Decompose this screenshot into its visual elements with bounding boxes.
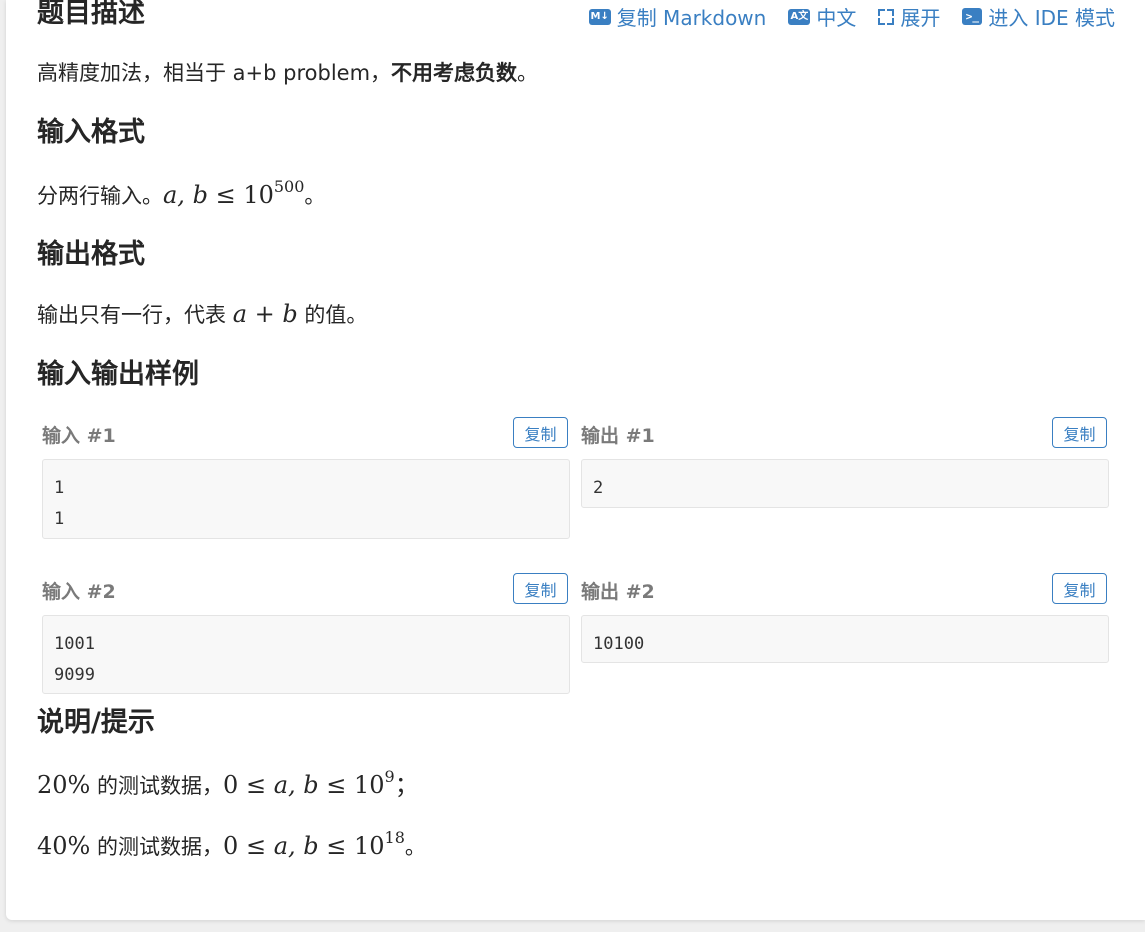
description-text-suffix: 。 xyxy=(517,61,539,85)
input-format-suffix: 。 xyxy=(304,184,326,208)
copy-input-1-button[interactable]: 复制 xyxy=(513,417,568,448)
hint-1-percent: 20% xyxy=(37,771,91,799)
hint-2-percent: 40% xyxy=(37,832,91,860)
input-format-math-ab: a, b xyxy=(163,181,208,209)
hint-2-mid: 的测试数据， xyxy=(90,835,224,859)
sample-input-2-code[interactable]: 1001 9099 xyxy=(42,615,570,694)
ide-mode-label: 进入 IDE 模式 xyxy=(988,6,1115,30)
input-format-title: 输入格式 xyxy=(37,117,145,148)
hint-1-ab: a, b xyxy=(273,771,319,799)
hint-1-mid: 的测试数据， xyxy=(90,774,224,798)
hint-2-end: 。 xyxy=(404,835,426,859)
hint-2-ab: a, b xyxy=(273,832,319,860)
output-format-title: 输出格式 xyxy=(37,239,145,270)
hint-2-base: 10 xyxy=(354,832,385,860)
output-format-math-b: b xyxy=(282,300,298,328)
sample-output-2-label: 输出 #2 xyxy=(581,581,655,603)
sample-input-2-label: 输入 #2 xyxy=(42,581,116,603)
input-format-text: 分两行输入。a, b ≤ 10500。 xyxy=(37,177,325,211)
language-button[interactable]: A文 中文 xyxy=(788,2,856,31)
output-format-suffix: 的值。 xyxy=(297,303,368,327)
sample-output-1-code[interactable]: 2 xyxy=(581,459,1109,508)
ide-mode-button[interactable]: >_ 进入 IDE 模式 xyxy=(962,2,1115,31)
input-format-math-le: ≤ xyxy=(207,181,244,209)
output-format-math-a: a xyxy=(232,300,247,328)
sample-input-1-label: 输入 #1 xyxy=(42,425,116,447)
input-format-prefix: 分两行输入。 xyxy=(37,184,163,208)
description-text: 高精度加法，相当于 a+b problem，不用考虑负数。 xyxy=(37,60,538,87)
hint-1-end: ； xyxy=(394,771,419,799)
markdown-icon: M↓ xyxy=(588,8,611,25)
hint-line-2: 40% 的测试数据，0 ≤ a, b ≤ 1018。 xyxy=(37,828,426,862)
input-format-math-exp: 500 xyxy=(273,177,305,196)
output-format-text: 输出只有一行，代表 a + b 的值。 xyxy=(37,299,367,330)
hint-2-zero: 0 xyxy=(223,832,239,860)
output-format-prefix: 输出只有一行，代表 xyxy=(37,303,233,327)
expand-icon xyxy=(878,8,895,25)
hint-1-le2: ≤ xyxy=(318,771,354,799)
input-format-math-base: 10 xyxy=(243,181,274,209)
hint-title: 说明/提示 xyxy=(37,707,155,738)
hint-line-1: 20% 的测试数据，0 ≤ a, b ≤ 109； xyxy=(37,767,419,801)
translate-icon: A文 xyxy=(788,8,811,25)
sample-output-1-label: 输出 #1 xyxy=(581,425,655,447)
copy-output-1-button[interactable]: 复制 xyxy=(1052,417,1107,448)
copy-input-2-button[interactable]: 复制 xyxy=(513,573,568,604)
hint-1-base: 10 xyxy=(354,771,385,799)
hint-2-le2: ≤ xyxy=(318,832,354,860)
problem-card: M↓ 复制 Markdown A文 中文 展开 >_ 进入 IDE 模式 题目描… xyxy=(6,0,1145,920)
hint-1-le1: ≤ xyxy=(238,771,274,799)
output-format-math-plus: + xyxy=(247,300,283,328)
sample-output-2-code[interactable]: 10100 xyxy=(581,615,1109,663)
problem-toolbar: M↓ 复制 Markdown A文 中文 展开 >_ 进入 IDE 模式 xyxy=(588,2,1115,31)
hint-2-exp: 18 xyxy=(384,828,405,847)
copy-markdown-label: 复制 Markdown xyxy=(616,6,767,30)
sample-input-1-code[interactable]: 1 1 xyxy=(42,459,570,539)
hint-1-zero: 0 xyxy=(223,771,239,799)
hint-1-exp: 9 xyxy=(384,767,395,786)
expand-button[interactable]: 展开 xyxy=(878,2,940,31)
terminal-icon: >_ xyxy=(962,8,983,25)
copy-output-2-button[interactable]: 复制 xyxy=(1052,573,1107,604)
hint-2-le1: ≤ xyxy=(238,832,274,860)
language-label: 中文 xyxy=(816,6,857,30)
description-text-bold: 不用考虑负数 xyxy=(391,61,518,85)
samples-title: 输入输出样例 xyxy=(37,359,199,390)
description-text-prefix: 高精度加法，相当于 a+b problem， xyxy=(37,61,392,85)
copy-markdown-button[interactable]: M↓ 复制 Markdown xyxy=(588,2,767,31)
expand-label: 展开 xyxy=(900,6,941,30)
description-title: 题目描述 xyxy=(37,0,145,29)
